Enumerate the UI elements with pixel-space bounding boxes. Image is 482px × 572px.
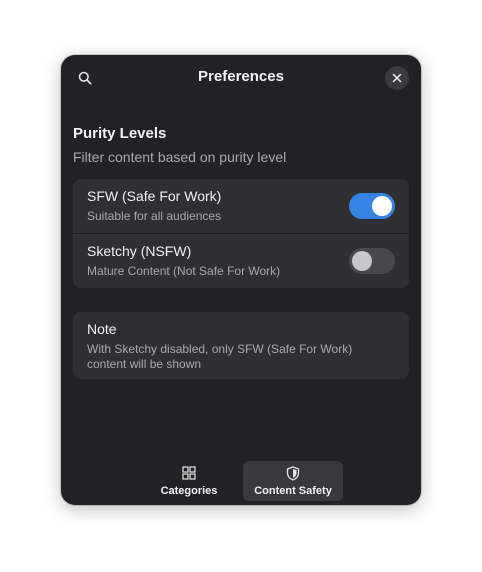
- toggle-knob: [372, 196, 392, 216]
- shield-icon: [286, 466, 300, 481]
- row-title: Sketchy (NSFW): [87, 243, 192, 259]
- row-subtitle: Suitable for all audiences: [87, 209, 222, 223]
- tab-label: Categories: [160, 485, 218, 497]
- window-title: Preferences: [198, 68, 284, 85]
- tab-categories[interactable]: Categories: [153, 461, 225, 501]
- row-title: SFW (Safe For Work): [87, 188, 222, 204]
- purity-levels-heading: Purity Levels: [73, 125, 167, 142]
- header-bar: Preferences: [61, 55, 421, 101]
- purity-row-sketchy[interactable]: Sketchy (NSFW) Mature Content (Not Safe …: [73, 234, 409, 288]
- note-title: Note: [87, 321, 117, 337]
- purity-row-sfw[interactable]: SFW (Safe For Work) Suitable for all aud…: [73, 179, 409, 233]
- sketchy-toggle[interactable]: [349, 248, 395, 274]
- purity-options-group: SFW (Safe For Work) Suitable for all aud…: [73, 179, 409, 288]
- preferences-window: Preferences Purity Levels Filter content…: [61, 55, 421, 505]
- toggle-knob: [352, 251, 372, 271]
- note-text: With Sketchy disabled, only SFW (Safe Fo…: [87, 342, 353, 371]
- grid-icon: [182, 466, 196, 480]
- tab-content-safety[interactable]: Content Safety: [243, 461, 343, 501]
- bottom-tab-bar: Categories Content Safety: [61, 461, 421, 503]
- note-card: Note With Sketchy disabled, only SFW (Sa…: [73, 312, 409, 379]
- close-icon: [392, 73, 402, 83]
- sfw-toggle[interactable]: [349, 193, 395, 219]
- purity-levels-description: Filter content based on purity level: [73, 149, 287, 165]
- close-button[interactable]: [385, 66, 409, 90]
- tab-label: Content Safety: [254, 485, 332, 497]
- row-subtitle: Mature Content (Not Safe For Work): [87, 264, 281, 278]
